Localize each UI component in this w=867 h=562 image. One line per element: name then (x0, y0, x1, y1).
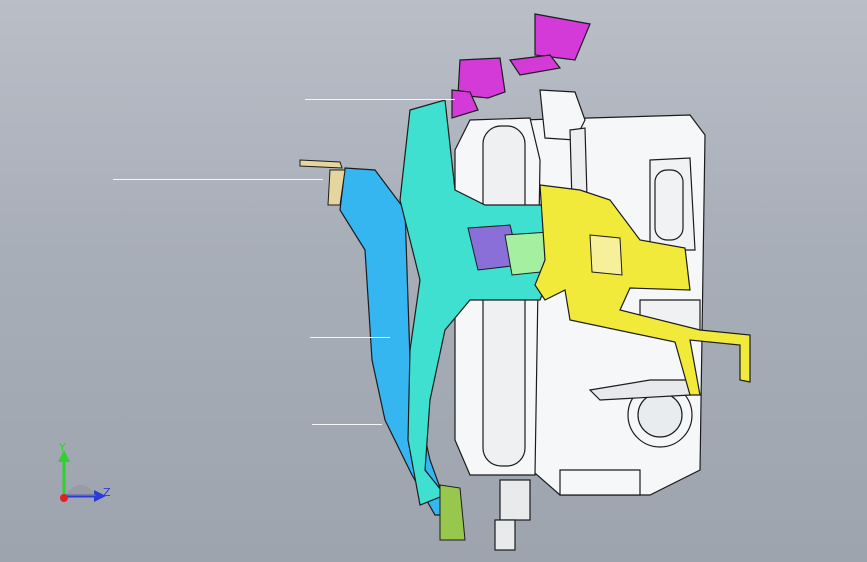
leader-line (312, 424, 382, 425)
leader-line (113, 179, 323, 180)
y-axis-label: Y (59, 441, 66, 454)
cad-viewport[interactable]: Y Z (0, 0, 867, 562)
axis-triad (44, 438, 124, 518)
z-axis-label: Z (103, 486, 111, 499)
leader-line (305, 99, 455, 100)
leader-line (310, 337, 390, 338)
assembly-model[interactable] (0, 0, 867, 562)
